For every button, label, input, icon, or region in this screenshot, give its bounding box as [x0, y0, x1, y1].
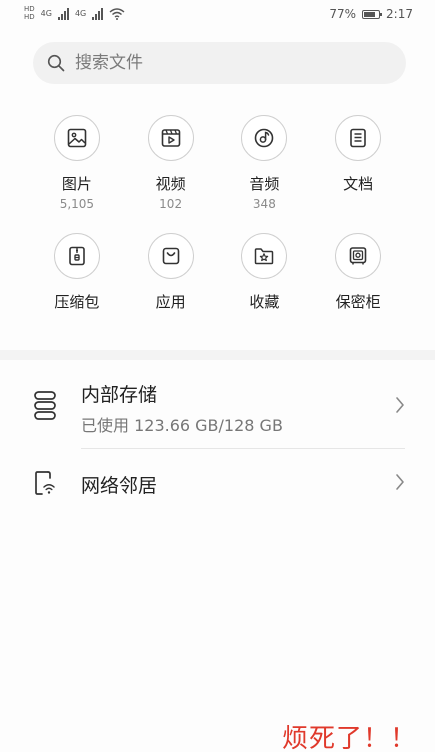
document-icon: [335, 115, 382, 161]
battery-fill: [364, 11, 376, 17]
chevron-right-icon: [395, 473, 405, 495]
category-grid: 图片 5,105 视频 102 音频 348 文档 压缩包 应用 收藏 保密柜: [30, 115, 405, 343]
sim1-hd-label: HD: [24, 5, 35, 13]
signal-strength-icon: [92, 7, 104, 20]
category-label: 压缩包: [54, 293, 100, 311]
signal-strength-icon: [57, 7, 69, 20]
network2-label: 4G: [74, 9, 87, 18]
audio-icon: [241, 115, 288, 161]
battery-icon: [362, 9, 383, 19]
category-count: 348: [252, 197, 276, 211]
safe-icon: [335, 233, 382, 279]
network-neighbor-item[interactable]: 网络邻居: [0, 452, 435, 514]
video-icon: [147, 115, 194, 161]
search-icon: [47, 54, 65, 72]
network-neighbor-title: 网络邻居: [81, 475, 158, 497]
app-bag-icon: [147, 233, 194, 279]
storage-title: 内部存储: [81, 384, 158, 406]
category-documents[interactable]: 文档: [311, 115, 405, 233]
category-videos[interactable]: 视频 102: [124, 115, 218, 233]
network1-label: 4G: [40, 9, 52, 18]
storage-usage: 已使用 123.66 GB/128 GB: [81, 416, 283, 435]
category-archives[interactable]: 压缩包: [30, 233, 124, 343]
hd-indicators: HD HD: [24, 6, 35, 21]
category-apps[interactable]: 应用: [124, 233, 218, 343]
category-favorites[interactable]: 收藏: [218, 233, 312, 343]
clock: 2:17: [386, 7, 413, 21]
favorite-folder-icon: [241, 233, 288, 279]
category-label: 图片: [61, 175, 92, 193]
wifi-icon: [109, 7, 125, 20]
category-label: 音频: [249, 175, 280, 193]
category-label: 保密柜: [335, 293, 381, 311]
file-manager-screen: HD HD 4G 4G 77% 2:17 搜索文件 图片 5,105 视频 10…: [0, 0, 435, 752]
search-bar[interactable]: [33, 42, 406, 84]
category-label: 应用: [155, 293, 186, 311]
network-neighbor-icon: [33, 468, 59, 502]
category-label: 收藏: [249, 293, 280, 311]
battery-percent: 77%: [329, 7, 357, 21]
search-input[interactable]: [73, 52, 377, 74]
sim2-hd-label: HD: [24, 13, 35, 21]
status-right: 77% 2:17: [329, 7, 413, 21]
category-label: 文档: [343, 175, 374, 193]
category-safe[interactable]: 保密柜: [311, 233, 405, 343]
archive-icon: [53, 233, 100, 279]
internal-storage-item[interactable]: 内部存储 已使用 123.66 GB/128 GB: [0, 368, 435, 448]
category-audio[interactable]: 音频 348: [218, 115, 312, 233]
signal-group: HD HD 4G 4G: [24, 6, 125, 21]
status-bar: HD HD 4G 4G 77% 2:17: [0, 0, 435, 30]
category-count: 102: [159, 197, 183, 211]
list-divider: [81, 448, 405, 449]
storage-icon: [33, 390, 59, 426]
category-count: 5,105: [59, 197, 95, 211]
category-label: 视频: [155, 175, 186, 193]
category-images[interactable]: 图片 5,105: [30, 115, 124, 233]
image-icon: [53, 115, 100, 161]
section-divider: [0, 350, 435, 360]
chevron-right-icon: [395, 396, 405, 418]
annotation-text: 烦死了！！: [281, 724, 417, 752]
